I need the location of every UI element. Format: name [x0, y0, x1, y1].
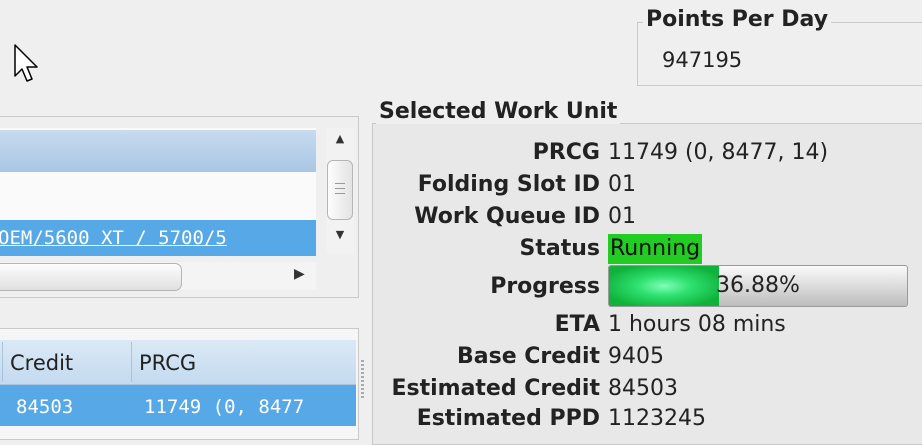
arrow-cursor-icon — [14, 44, 40, 88]
folding-slot-id-label: Folding Slot ID — [417, 172, 600, 197]
progress-value: 36.88% — [716, 273, 800, 298]
estimated-credit-label: Estimated Credit — [391, 376, 600, 401]
work-queue-id-value: 01 — [608, 204, 636, 229]
progress-label: Progress — [490, 274, 600, 299]
column-divider[interactable] — [131, 342, 132, 382]
slot-row-selected[interactable]: OEM/5600 XT / 5700/5 — [0, 220, 316, 256]
selected-work-unit-title: Selected Work Unit — [376, 99, 621, 124]
status-label: Status — [519, 236, 600, 261]
column-header-prcg[interactable]: PRCG — [139, 351, 196, 375]
column-divider[interactable] — [2, 342, 3, 382]
status-value: Running — [608, 234, 703, 264]
eta-value: 1 hours 08 mins — [608, 312, 786, 337]
slot-group-row[interactable] — [0, 130, 316, 172]
work-queue-id-label: Work Queue ID — [414, 204, 600, 229]
column-header-credit[interactable]: Credit — [10, 351, 73, 375]
estimated-credit-value: 84503 — [608, 376, 678, 401]
vertical-scrollbar-thumb[interactable] — [327, 160, 353, 220]
table-cell-credit: 84503 — [16, 396, 74, 418]
estimated-ppd-label: Estimated PPD — [416, 406, 600, 431]
triangle-up-icon[interactable]: ▲ — [326, 132, 354, 152]
triangle-down-icon[interactable]: ▼ — [326, 228, 354, 248]
slot-row-label: OEM/5600 XT / 5700/5 — [0, 227, 227, 249]
points-per-day-title: Points Per Day — [643, 7, 832, 32]
base-credit-label: Base Credit — [456, 344, 600, 369]
prcg-value: 11749 (0, 8477, 14) — [608, 140, 829, 165]
progress-bar: 36.88% — [608, 265, 908, 307]
base-credit-value: 9405 — [608, 344, 664, 369]
estimated-ppd-value: 1123245 — [608, 406, 706, 431]
triangle-right-icon[interactable]: ▶ — [294, 266, 305, 282]
panel-splitter[interactable] — [361, 360, 364, 400]
prcg-label: PRCG — [532, 140, 600, 165]
folding-slot-id-value: 01 — [608, 172, 636, 197]
eta-label: ETA — [554, 312, 600, 337]
horizontal-scrollbar-thumb[interactable] — [0, 263, 182, 291]
points-per-day-value: 947195 — [662, 48, 743, 72]
table-cell-prcg: 11749 (0, 8477 — [144, 396, 305, 418]
